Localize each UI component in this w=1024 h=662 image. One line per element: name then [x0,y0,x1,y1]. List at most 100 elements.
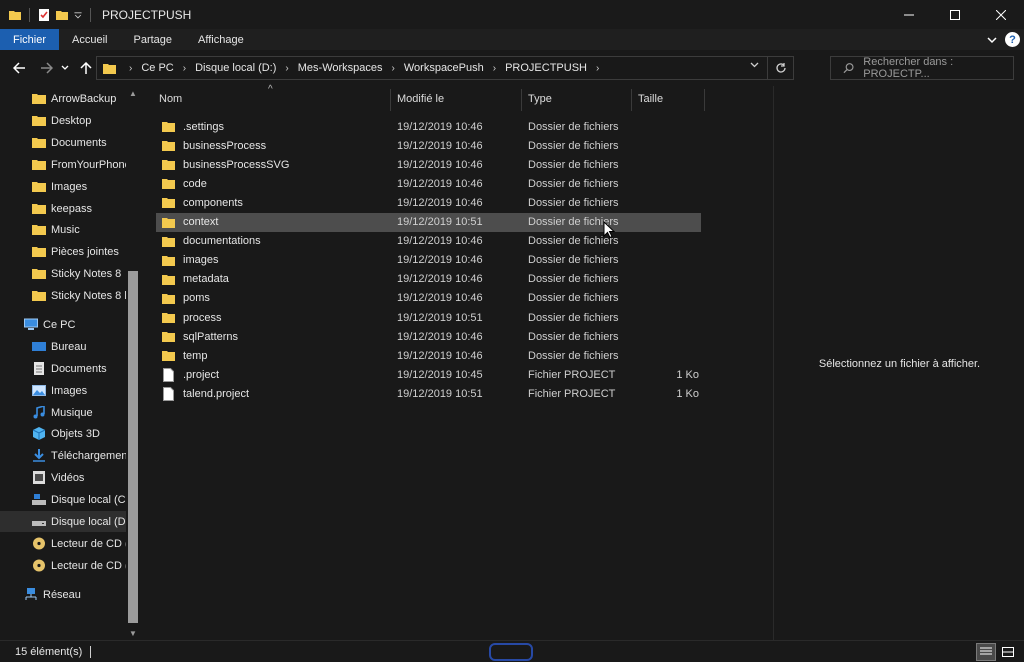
breadcrumb-item[interactable]: WorkspacePush › [404,62,505,74]
sidebar-item-images[interactable]: Images [0,176,126,197]
table-row[interactable]: documentations 19/12/2019 10:46 Dossier de… [156,232,701,251]
table-row[interactable]: metadata 19/12/2019 10:46 Dossier de fichi… [156,270,701,289]
video-icon [33,471,45,484]
sidebar-item-fromyourphone[interactable]: FromYourPhone [0,154,126,175]
folder-icon[interactable] [8,8,22,22]
chevron-right-icon: › [129,62,133,74]
sidebar-item-documents-pc[interactable]: Documents [0,358,126,379]
breadcrumb-item[interactable]: Ce PC › [141,62,195,74]
table-row[interactable]: code 19/12/2019 10:46 Dossier de fichiers [156,174,701,193]
scroll-up-arrow-icon[interactable]: ▲ [126,86,140,100]
tab-view[interactable]: Affichage [185,29,257,50]
close-button[interactable] [978,0,1024,29]
back-button[interactable] [10,59,28,77]
column-header-modified[interactable]: Modifié le [397,86,444,112]
tab-share[interactable]: Partage [120,29,185,50]
table-row[interactable]: .project 19/12/2019 10:45 Fichier PROJECT 1… [156,365,701,384]
file-size [643,289,699,308]
forward-button[interactable] [37,59,55,77]
breadcrumb-item[interactable]: PROJECTPUSH › [505,62,608,74]
maximize-button[interactable] [932,0,978,29]
sidebar-item-label: Objets 3D [51,427,100,440]
column-divider[interactable] [390,89,391,111]
table-row[interactable]: poms 19/12/2019 10:46 Dossier de fichiers [156,289,701,308]
sidebar-item-disque-d[interactable]: Disque local (D:) [0,511,126,532]
large-icons-view-button[interactable] [998,643,1018,661]
file-name-cell: documentations [156,232,261,251]
table-row[interactable]: sqlPatterns 19/12/2019 10:46 Dossier de fi… [156,327,701,346]
table-row[interactable]: temp 19/12/2019 10:46 Dossier de fichiers [156,346,701,365]
column-header-type[interactable]: Type [528,86,552,112]
breadcrumb-item[interactable]: Disque local (D:) › [195,62,298,74]
sidebar-item-images-pc[interactable]: Images [0,380,126,401]
recent-locations-button[interactable] [59,59,71,77]
sidebar-item-bureau[interactable]: Bureau [0,336,126,357]
chevron-right-icon[interactable]: › [596,63,599,74]
sidebar-item-documents[interactable]: Documents [0,132,126,153]
folder-icon [32,291,46,301]
properties-icon[interactable] [37,8,51,22]
chevron-right-icon[interactable]: › [285,63,288,74]
table-row[interactable]: .settings 19/12/2019 10:46 Dossier de fich… [156,117,701,136]
sidebar-item-sticky-notes-8[interactable]: Sticky Notes 8 [0,263,126,284]
chevron-right-icon[interactable]: › [183,63,186,74]
sidebar-item-ce-pc[interactable]: Ce PC [0,314,126,335]
column-divider[interactable] [631,89,632,111]
table-row[interactable]: businessProcess 19/12/2019 10:46 Dossier d… [156,136,701,155]
table-row[interactable]: businessProcessSVG 19/12/2019 10:46 Dossie… [156,155,701,174]
file-name: process [183,311,222,324]
file-name-cell: businessProcessSVG [156,155,289,174]
refresh-button[interactable] [767,57,793,79]
sidebar-item-reseau[interactable]: Réseau [0,584,126,605]
sidebar-item-cd-drive-1[interactable]: Lecteur de CD ( [0,533,126,554]
new-folder-icon[interactable] [55,8,69,22]
chevron-right-icon[interactable]: › [392,63,395,74]
sidebar-item-keepass[interactable]: keepass [0,198,126,219]
sidebar-item-disque-c[interactable]: Disque local (C:) [0,489,126,510]
expand-ribbon-icon[interactable] [987,36,997,44]
folder-icon [162,351,175,362]
sidebar-item-pieces-jointes[interactable]: Pièces jointes [0,241,126,262]
tab-home[interactable]: Accueil [59,29,120,50]
details-view-button[interactable] [976,643,996,661]
customize-quick-access-icon[interactable] [73,8,83,22]
sidebar-item-label: Images [51,180,88,193]
scroll-down-arrow-icon[interactable]: ▼ [126,626,140,640]
arrow-left-icon [12,62,25,74]
chevron-right-icon[interactable]: › [493,63,496,74]
table-row[interactable]: images 19/12/2019 10:46 Dossier de fichier… [156,251,701,270]
table-row[interactable]: context 19/12/2019 10:51 Dossier de fichie… [156,212,701,232]
address-history-button[interactable] [750,60,759,71]
sidebar-item-desktop[interactable]: Desktop [0,110,126,131]
minimize-button[interactable] [886,0,932,29]
table-row[interactable]: process 19/12/2019 10:51 Dossier de fichie… [156,308,701,327]
sidebar-item-cd-drive-2[interactable]: Lecteur de CD ( [0,555,126,576]
sidebar-item-sticky-notes-8-li[interactable]: Sticky Notes 8 li [0,285,126,306]
refresh-icon [775,63,786,73]
scrollbar-thumb[interactable] [128,271,138,623]
sidebar-item-musique[interactable]: Musique [0,402,126,423]
search-input[interactable]: Rechercher dans : PROJECTP... [830,56,1014,80]
tab-file[interactable]: Fichier [0,29,60,50]
column-header-name[interactable]: Nom [159,86,182,112]
sidebar-item-music[interactable]: Music [0,219,126,240]
sidebar-item-telechargements[interactable]: Téléchargements [0,445,126,466]
column-divider[interactable] [704,89,705,111]
table-row[interactable]: talend.project 19/12/2019 10:51 Fichier PR… [156,384,701,403]
sidebar-item-label: Images [51,384,88,397]
up-button[interactable] [77,59,95,77]
help-icon[interactable]: ? [1005,32,1020,47]
sidebar-item-videos[interactable]: Vidéos [0,467,126,488]
address-bar[interactable]: › Ce PC › Disque local (D:) › Mes-Workspac… [96,56,794,80]
sidebar-scrollbar[interactable]: ▲ ▼ [126,86,140,640]
computer-icon [24,318,38,330]
folder-icon [162,179,175,190]
sidebar-item-objets-3d[interactable]: Objets 3D [0,423,126,444]
column-header-size[interactable]: Taille [638,86,663,112]
column-divider[interactable] [521,89,522,111]
sidebar-item-arrowbackup[interactable]: ArrowBackup [0,88,126,109]
table-row[interactable]: components 19/12/2019 10:46 Dossier de fic… [156,193,701,212]
preview-message: Sélectionnez un fichier à afficher. [818,358,981,370]
sidebar-item-label: Pièces jointes [51,245,119,258]
breadcrumb-item[interactable]: Mes-Workspaces › [298,62,404,74]
